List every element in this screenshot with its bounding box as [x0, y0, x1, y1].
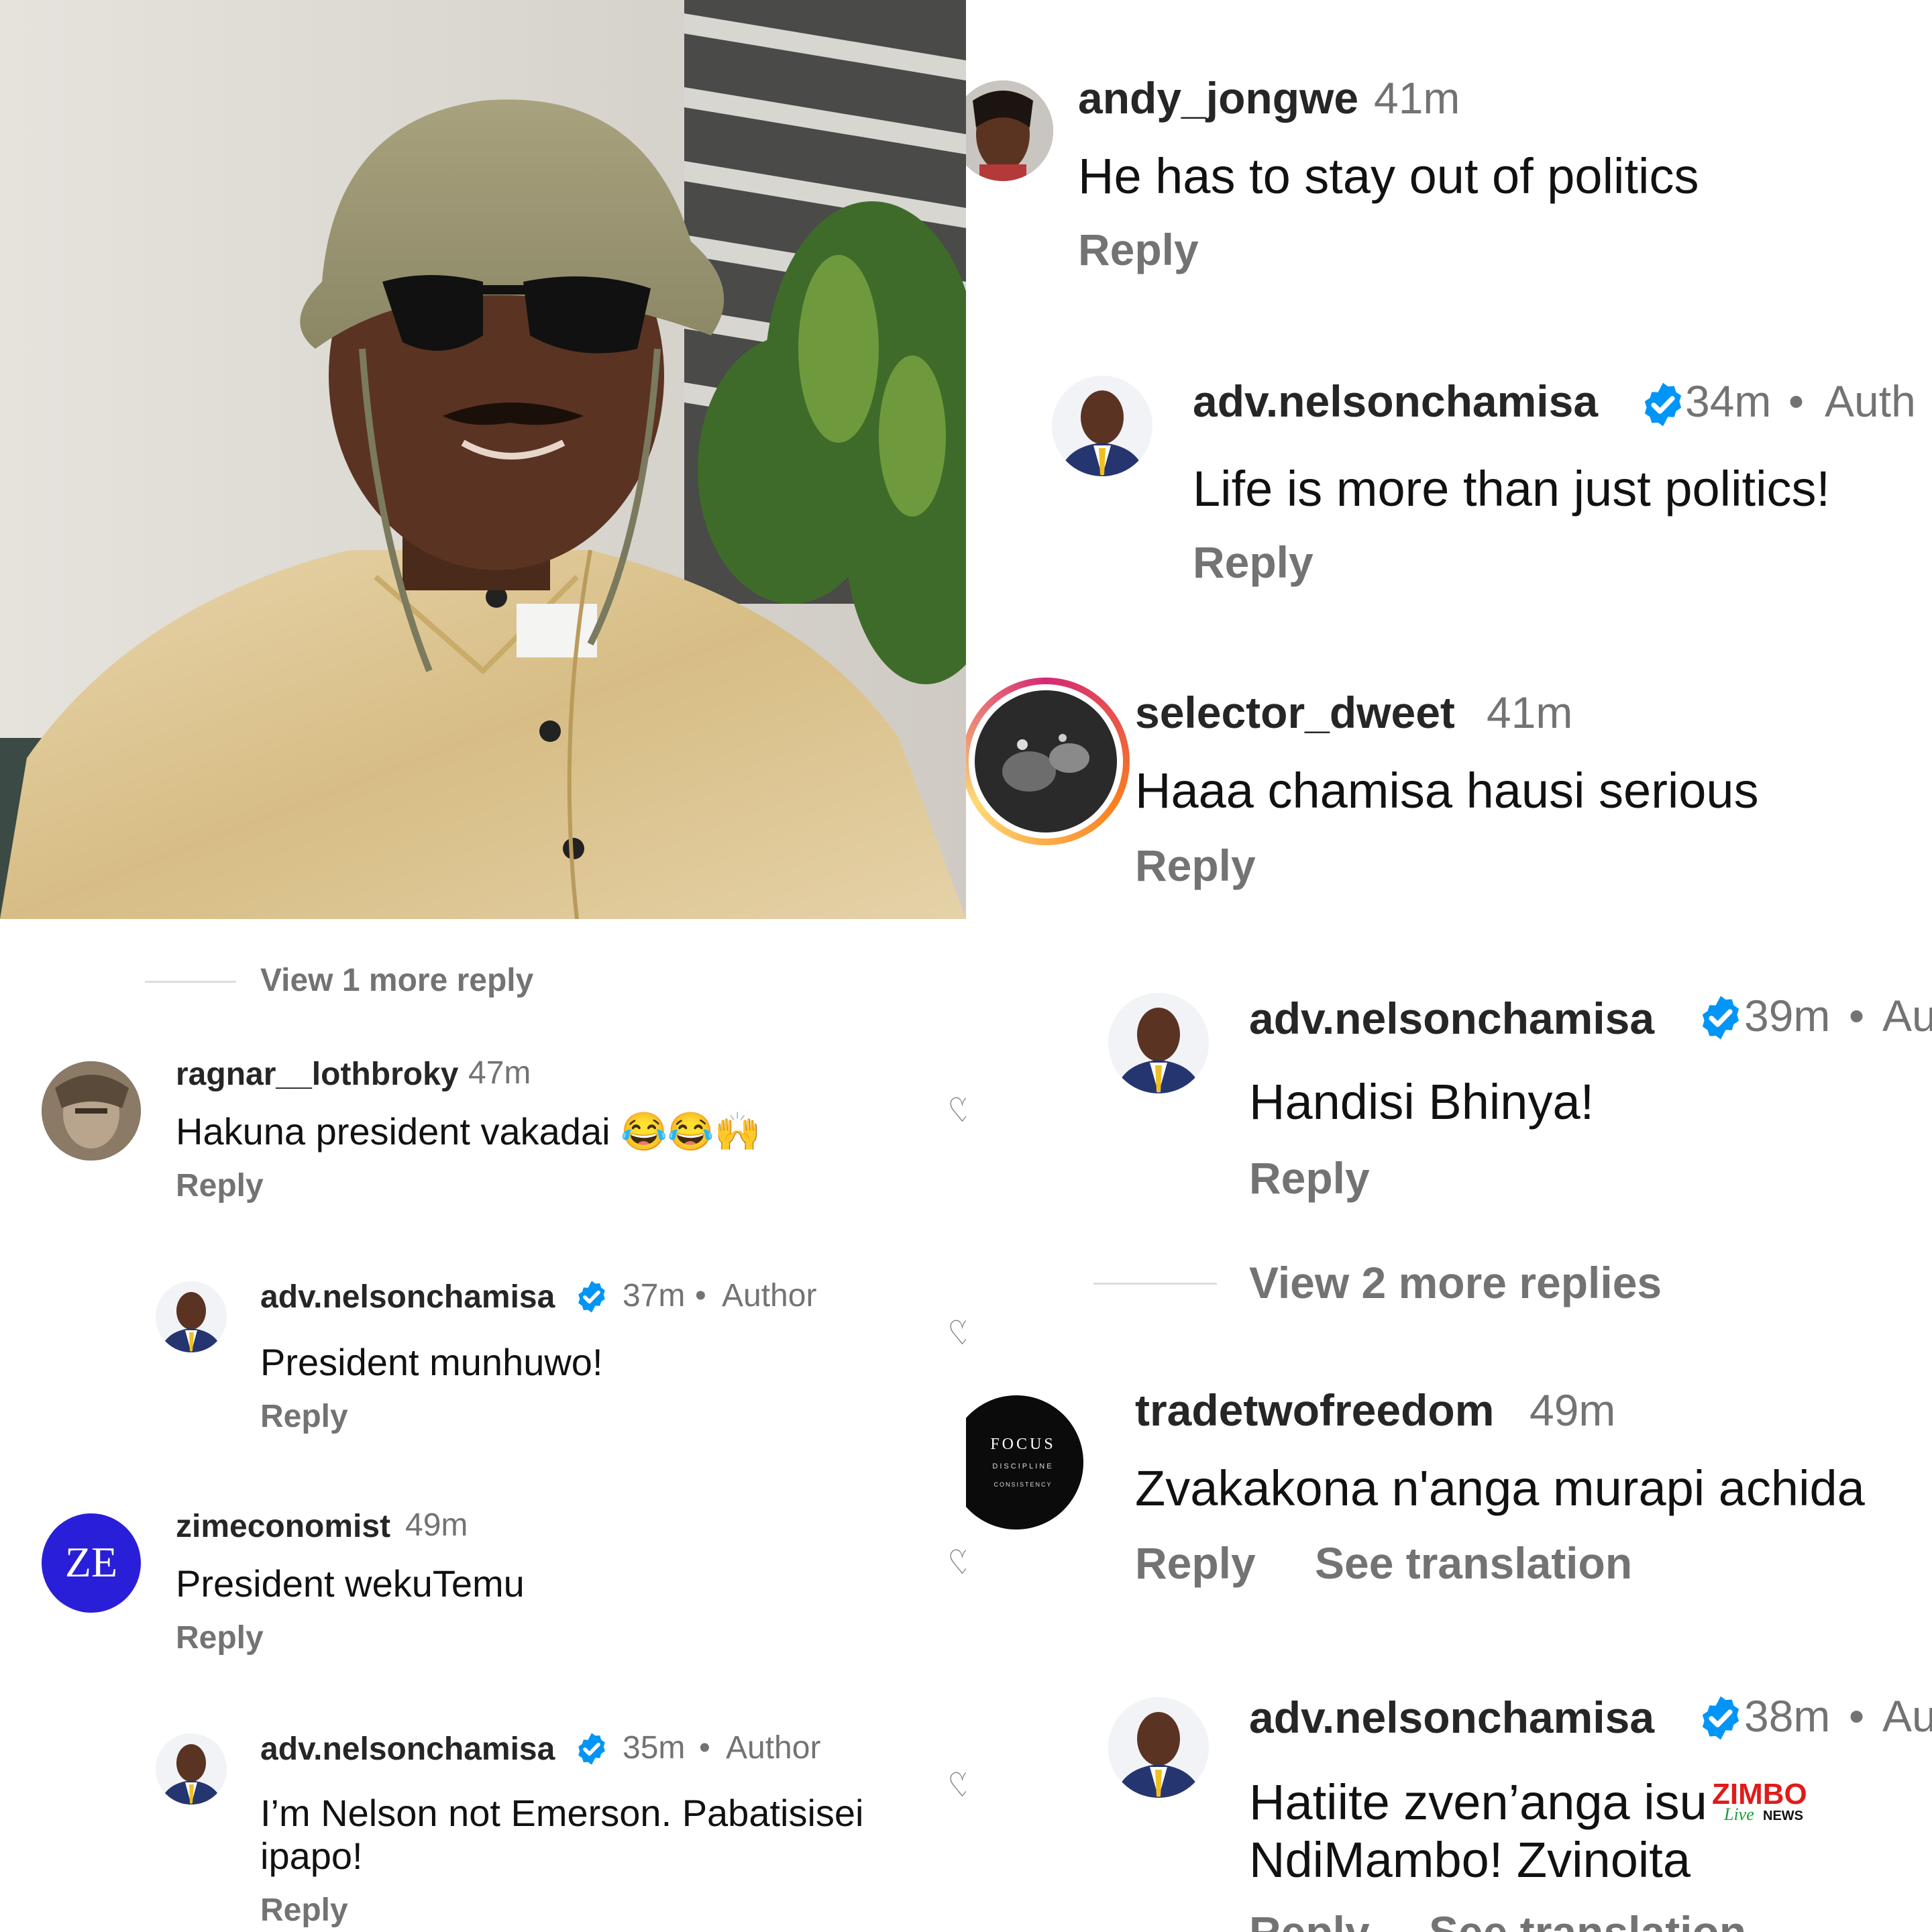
selfie-photo — [0, 0, 966, 919]
comment-username[interactable]: adv.nelsonchamisa — [1249, 1692, 1654, 1743]
verified-badge-icon — [1644, 382, 1682, 427]
thread-divider — [1093, 1283, 1217, 1285]
comment-text: Handisi Bhinya! — [1249, 1074, 1595, 1130]
comment-text-line: I’m Nelson not Emerson. Pabatisisei — [260, 1792, 864, 1834]
avatar-photo-icon — [156, 1733, 227, 1805]
reply-button[interactable]: Reply — [176, 1619, 264, 1656]
reply-button[interactable]: Reply — [1193, 537, 1313, 588]
comment-text: Haaa chamisa hausi serious — [1135, 763, 1759, 818]
comment-username[interactable]: zimeconomist — [176, 1508, 390, 1545]
comment-time: 38m — [1744, 1691, 1831, 1741]
avatar-photo-icon — [1108, 1697, 1209, 1798]
see-translation-button[interactable]: See translation — [1315, 1538, 1632, 1589]
author-label: Author — [726, 1730, 821, 1766]
comment-username[interactable]: adv.nelsonchamisa — [260, 1279, 555, 1316]
view-more-replies-button[interactable]: View 1 more reply — [260, 962, 533, 999]
avatar[interactable] — [42, 1061, 141, 1161]
comment-text: Zvakakona n'anga murapi achida — [1135, 1460, 1865, 1516]
story-ring[interactable] — [966, 678, 1130, 845]
thread-divider — [145, 981, 236, 983]
avatar[interactable] — [156, 1733, 227, 1805]
avatar — [969, 684, 1123, 839]
like-icon[interactable]: ♡ — [947, 1766, 966, 1805]
comment-text-line: Hatiite zven’anga isu — [1249, 1774, 1707, 1830]
author-label: Author — [722, 1278, 817, 1313]
avatar-text: DISCIPLINE — [992, 1462, 1054, 1470]
avatar-photo-icon — [156, 1281, 227, 1352]
avatar-text: CONSISTENCY — [994, 1481, 1053, 1488]
view-more-replies-button[interactable]: View 2 more replies — [1249, 1257, 1662, 1308]
comment-time: 41m — [1374, 73, 1460, 123]
avatar-photo-icon — [966, 80, 1053, 181]
comment-text: Life is more than just politics! — [1193, 461, 1831, 517]
avatar-photo-icon — [975, 690, 1117, 833]
verified-badge-icon — [578, 1733, 605, 1765]
comment-time: 35m — [623, 1730, 686, 1766]
author-label: Au — [1882, 991, 1932, 1040]
comment-time: 49m — [405, 1507, 468, 1543]
like-icon[interactable]: ♡ — [947, 1543, 966, 1582]
reply-button[interactable]: Reply — [1135, 840, 1256, 891]
comment-username[interactable]: adv.nelsonchamisa — [1249, 993, 1654, 1044]
bullet-separator: • — [1788, 376, 1805, 426]
bullet-separator: • — [1849, 1691, 1865, 1741]
like-icon[interactable]: ♡ — [947, 1091, 966, 1130]
like-icon[interactable]: ♡ — [947, 1313, 966, 1352]
avatar[interactable] — [966, 80, 1053, 181]
reply-button[interactable]: Reply — [1078, 224, 1199, 275]
comment-username[interactable]: selector_dweet — [1135, 687, 1455, 738]
watermark-logo: ZIMBO Live NEWS — [1704, 1778, 1838, 1825]
reply-button[interactable]: Reply — [1135, 1538, 1256, 1589]
comment-time: 34m — [1685, 376, 1772, 426]
reply-button[interactable]: Reply — [176, 1167, 264, 1204]
comment-time: 37m — [623, 1278, 686, 1313]
avatar-photo-icon — [1108, 993, 1209, 1093]
reply-button[interactable]: Reply — [1249, 1152, 1370, 1203]
avatar[interactable] — [1052, 376, 1152, 476]
comment-text: He has to stay out of politics — [1078, 148, 1699, 204]
author-label: Auth — [1825, 376, 1916, 426]
avatar[interactable]: FOCUS DISCIPLINE CONSISTENCY — [966, 1395, 1083, 1529]
avatar-photo-icon — [1052, 376, 1152, 476]
verified-badge-icon — [1702, 996, 1739, 1040]
comment-text-line: NdiMambo! Zvinoita — [1249, 1832, 1691, 1888]
reply-button[interactable]: Reply — [1249, 1907, 1370, 1932]
comment-text: Hakuna president vakadai 😂😂🙌 — [176, 1110, 761, 1152]
comment-username[interactable]: ragnar__lothbroky — [176, 1056, 458, 1093]
comment-text-line: ipapo! — [260, 1835, 363, 1877]
selfie-image — [0, 0, 966, 919]
comment-username[interactable]: adv.nelsonchamisa — [1193, 376, 1598, 427]
avatar[interactable] — [156, 1281, 227, 1352]
verified-badge-icon — [1702, 1696, 1739, 1740]
avatar-initials: ZE — [64, 1538, 118, 1586]
avatar-text: FOCUS — [990, 1436, 1056, 1453]
comment-time: 39m — [1744, 991, 1831, 1040]
comment-username[interactable]: tradetwofreedom — [1135, 1385, 1494, 1436]
watermark-sub-news: NEWS — [1763, 1809, 1803, 1823]
comment-username[interactable]: adv.nelsonchamisa — [260, 1731, 555, 1768]
comments-panel-left: View 1 more reply ragnar__lothbroky 47m … — [0, 919, 966, 1932]
see-translation-button[interactable]: See translation — [1429, 1907, 1746, 1932]
bullet-separator: • — [695, 1278, 706, 1313]
verified-badge-icon — [578, 1281, 605, 1313]
reply-button[interactable]: Reply — [260, 1398, 348, 1435]
avatar[interactable] — [1108, 1697, 1209, 1798]
watermark-sub-live: Live — [1724, 1805, 1754, 1824]
bullet-separator: • — [699, 1730, 710, 1766]
comment-username[interactable]: andy_jongwe — [1078, 72, 1358, 123]
reply-button[interactable]: Reply — [260, 1892, 348, 1929]
avatar[interactable] — [1108, 993, 1209, 1093]
comment-time: 41m — [1487, 688, 1573, 737]
author-label: Au — [1882, 1691, 1932, 1741]
avatar-photo-icon — [42, 1061, 141, 1161]
bullet-separator: • — [1849, 991, 1865, 1040]
comments-panel-right: andy_jongwe 41m He has to stay out of po… — [966, 0, 1932, 1932]
comment-time: 49m — [1529, 1385, 1616, 1435]
comment-text: President wekuTemu — [176, 1562, 525, 1605]
comment-time: 47m — [468, 1055, 531, 1091]
avatar[interactable]: ZE — [42, 1513, 141, 1613]
comment-text: President munhuwo! — [260, 1341, 603, 1383]
